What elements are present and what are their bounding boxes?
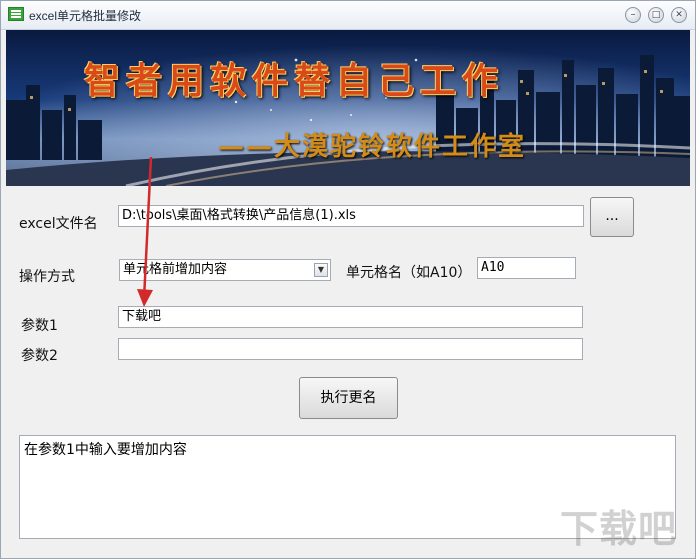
cell-name-input[interactable]: A10 [477,257,576,279]
banner-title: 智者用软件替自己工作 [84,60,505,102]
execute-rename-button[interactable]: 执行更名 [299,377,398,419]
window-title: excel单元格批量修改 [29,9,142,23]
param1-input[interactable]: 下载吧 [118,306,583,328]
operation-select[interactable]: 单元格前增加内容 ▼ [119,259,331,281]
arrow-head-icon [137,289,153,307]
minimize-icon[interactable] [625,7,641,23]
title-bar[interactable]: excel单元格批量修改 [1,1,695,30]
param2-input[interactable] [118,338,583,360]
file-path-input[interactable]: D:\tools\桌面\格式转换\产品信息(1).xls [118,205,584,227]
close-icon[interactable] [671,7,687,23]
chevron-down-icon[interactable]: ▼ [314,263,328,277]
browse-button[interactable]: ... [590,197,634,237]
operation-selected-value: 单元格前增加内容 [123,262,228,277]
cell-name-label: 单元格名（如A10） [346,265,472,281]
param1-label: 参数1 [21,318,58,334]
watermark: 下载吧 [560,507,678,551]
operation-label: 操作方式 [19,269,75,285]
banner-subtitle: ——大漠驼铃软件工作室 [218,132,527,162]
banner-image: 智者用软件替自己工作 ——大漠驼铃软件工作室 [6,30,690,186]
app-window: excel单元格批量修改 – □ ✕ 智者用软件替自己工作 ——大漠驼铃软件工作… [0,0,696,559]
param2-label: 参数2 [21,348,58,364]
maximize-icon[interactable] [648,7,664,23]
excel-app-icon [8,7,24,21]
file-name-label: excel文件名 [19,216,98,232]
